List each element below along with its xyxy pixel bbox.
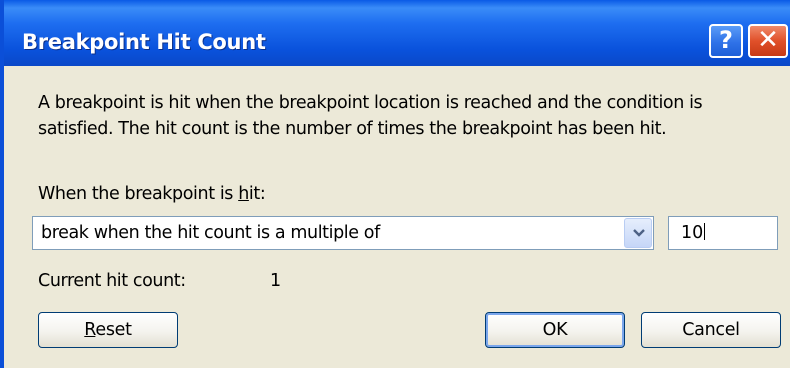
reset-mnemonic: R xyxy=(84,320,96,340)
hit-condition-label: When the breakpoint is hit: xyxy=(38,184,266,204)
text-caret xyxy=(704,223,706,240)
reset-label-rest: eset xyxy=(95,320,132,340)
hit-count-input[interactable]: 10 xyxy=(668,216,778,250)
description-line-2: satisfied. The hit count is the number o… xyxy=(38,119,667,139)
hit-count-value-text: 10 xyxy=(681,223,704,243)
reset-button[interactable]: Reset xyxy=(38,312,178,348)
current-hit-count-label: Current hit count: xyxy=(38,271,186,291)
close-icon: ✕ xyxy=(757,25,779,55)
breakpoint-hit-count-dialog: Breakpoint Hit Count ? ✕ A breakpoint is… xyxy=(0,0,790,368)
description-text: A breakpoint is hit when the breakpoint … xyxy=(38,90,782,142)
hit-condition-dropdown[interactable]: break when the hit count is a multiple o… xyxy=(32,216,654,250)
description-line-1: A breakpoint is hit when the breakpoint … xyxy=(38,93,703,113)
cancel-button[interactable]: Cancel xyxy=(641,312,781,348)
dropdown-arrow-button[interactable] xyxy=(624,218,652,248)
help-icon: ? xyxy=(719,26,733,54)
help-button[interactable]: ? xyxy=(709,24,743,58)
chevron-down-icon xyxy=(633,229,645,237)
title-bar[interactable]: Breakpoint Hit Count ? ✕ xyxy=(4,0,790,66)
window-title: Breakpoint Hit Count xyxy=(22,30,266,54)
hit-count-value: 10 xyxy=(681,223,706,243)
hit-condition-selected: break when the hit count is a multiple o… xyxy=(41,223,380,243)
hit-condition-label-before: When the breakpoint is xyxy=(38,184,239,204)
hit-condition-label-after: it: xyxy=(248,184,266,204)
hit-condition-label-mnemonic: h xyxy=(238,184,249,204)
close-button[interactable]: ✕ xyxy=(748,24,788,58)
current-hit-count-value: 1 xyxy=(270,271,282,291)
ok-button[interactable]: OK xyxy=(485,312,625,348)
